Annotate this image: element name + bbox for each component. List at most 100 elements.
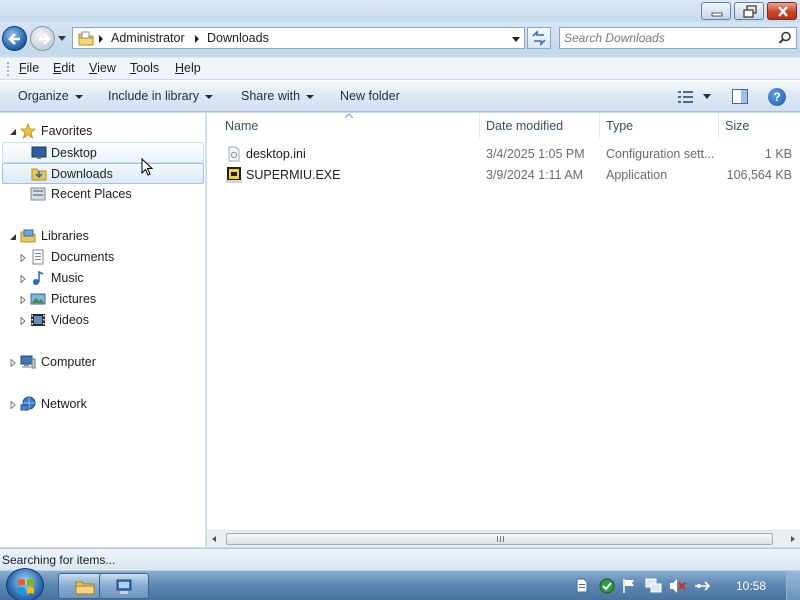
star-icon <box>20 123 36 139</box>
folder-icon <box>75 581 95 595</box>
back-arrow-icon <box>8 33 20 45</box>
column-size[interactable]: Size <box>725 119 749 133</box>
menu-grip <box>7 62 9 76</box>
mouse-cursor-icon <box>141 158 154 176</box>
title-bar <box>0 0 800 22</box>
include-in-library-button[interactable]: Include in library <box>108 89 214 103</box>
menu-file[interactable]: File <box>19 61 39 75</box>
nav-videos[interactable]: Videos <box>0 310 206 331</box>
chevron-right-icon[interactable] <box>195 35 199 43</box>
clock[interactable]: 10:58 <box>736 579 766 593</box>
pictures-icon <box>30 293 46 305</box>
column-type[interactable]: Type <box>606 119 633 133</box>
search-input[interactable] <box>564 30 769 46</box>
column-divider[interactable] <box>718 113 719 138</box>
forward-arrow-icon <box>39 33 51 45</box>
organize-button[interactable]: Organize <box>18 89 83 103</box>
command-bar: Organize Include in library Share with N… <box>0 80 800 112</box>
menu-bar: File Edit View Tools Help <box>0 57 800 79</box>
search-icon[interactable] <box>778 31 792 45</box>
ini-file-icon <box>228 146 240 162</box>
share-with-button[interactable]: Share with <box>241 89 315 103</box>
column-divider[interactable] <box>479 113 480 138</box>
network-tray-icon[interactable] <box>645 578 663 594</box>
volume-muted-icon[interactable] <box>669 578 687 594</box>
nav-pictures[interactable]: Pictures <box>0 289 206 310</box>
scrollbar-thumb[interactable] <box>226 533 773 545</box>
menu-view[interactable]: View <box>89 61 116 75</box>
refresh-icon <box>532 30 546 46</box>
flag-icon[interactable] <box>622 578 636 594</box>
collapsed-triangle-icon[interactable] <box>20 254 26 262</box>
collapsed-triangle-icon[interactable] <box>20 275 26 283</box>
breadcrumb-administrator[interactable]: Administrator <box>111 31 185 45</box>
collapsed-triangle-icon[interactable] <box>20 317 26 325</box>
status-bar: Searching for items... <box>0 548 800 570</box>
preview-pane-icon[interactable] <box>732 89 748 104</box>
computer-icon <box>20 355 36 369</box>
menu-help[interactable]: Help <box>175 61 201 75</box>
minimize-button[interactable] <box>701 2 731 20</box>
refresh-button[interactable] <box>527 27 551 49</box>
nav-computer[interactable]: Computer <box>0 352 206 373</box>
file-row[interactable]: desktop.ini 3/4/2025 1:05 PM Configurati… <box>207 144 797 164</box>
expanded-triangle-icon[interactable] <box>9 128 17 136</box>
nav-music[interactable]: Music <box>0 268 206 289</box>
expanded-triangle-icon[interactable] <box>9 233 17 241</box>
nav-recent-places[interactable]: Recent Places <box>0 184 206 205</box>
address-dropdown-icon[interactable] <box>512 37 520 43</box>
folder-icon <box>78 31 94 46</box>
recent-pages-dropdown[interactable] <box>58 36 66 42</box>
file-row[interactable]: SUPERMIU.EXE 3/9/2024 1:11 AM Applicatio… <box>207 165 797 185</box>
computer-icon <box>116 579 132 594</box>
help-button[interactable]: ? <box>768 88 786 106</box>
exe-file-icon <box>226 167 242 183</box>
nav-downloads[interactable]: Downloads <box>2 163 204 184</box>
nav-documents[interactable]: Documents <box>0 247 206 268</box>
search-box[interactable] <box>559 27 797 49</box>
downloads-folder-icon <box>31 168 47 181</box>
column-divider[interactable] <box>599 113 600 138</box>
sort-ascending-icon <box>345 113 353 118</box>
libraries-icon <box>20 229 36 243</box>
documents-icon <box>32 249 44 265</box>
nav-desktop[interactable]: Desktop <box>2 142 204 163</box>
chevron-down-icon <box>205 94 214 99</box>
views-icon[interactable] <box>678 90 694 104</box>
videos-icon <box>31 314 45 326</box>
navigation-pane: Favorites Desktop Downloads Recent Place… <box>0 113 206 547</box>
horizontal-scrollbar[interactable] <box>207 530 800 547</box>
scroll-left-arrow[interactable] <box>212 536 216 542</box>
breadcrumb-downloads[interactable]: Downloads <box>207 31 269 45</box>
show-desktop-button[interactable] <box>786 571 800 600</box>
column-name[interactable]: Name <box>225 119 258 133</box>
forward-button[interactable] <box>30 26 55 51</box>
address-row: Administrator Downloads <box>0 22 800 54</box>
column-date-modified[interactable]: Date modified <box>486 119 563 133</box>
taskbar-app-button[interactable] <box>99 573 149 599</box>
chevron-right-icon[interactable] <box>99 35 103 43</box>
start-button[interactable] <box>6 568 44 600</box>
column-header: Name Date modified Type Size <box>207 113 800 138</box>
usb-icon[interactable] <box>693 578 711 594</box>
close-button[interactable] <box>767 2 797 20</box>
collapsed-triangle-icon[interactable] <box>10 401 16 409</box>
nav-favorites[interactable]: Favorites <box>0 121 206 142</box>
restore-button[interactable] <box>734 2 764 20</box>
back-button[interactable] <box>2 26 27 51</box>
collapsed-triangle-icon[interactable] <box>20 296 26 304</box>
shield-check-icon[interactable] <box>598 577 616 594</box>
address-bar[interactable]: Administrator Downloads <box>72 27 525 49</box>
taskbar: 10:58 <box>0 568 800 600</box>
recent-places-icon <box>30 187 46 201</box>
menu-edit[interactable]: Edit <box>53 61 75 75</box>
chevron-down-icon <box>74 94 83 99</box>
collapsed-triangle-icon[interactable] <box>10 359 16 367</box>
scroll-right-arrow[interactable] <box>791 536 795 542</box>
nav-libraries[interactable]: Libraries <box>0 226 206 247</box>
nav-network[interactable]: Network <box>0 394 206 415</box>
document-tray-icon[interactable] <box>576 578 588 593</box>
menu-tools[interactable]: Tools <box>130 61 159 75</box>
new-folder-button[interactable]: New folder <box>340 89 400 103</box>
views-dropdown-icon[interactable] <box>703 94 711 100</box>
